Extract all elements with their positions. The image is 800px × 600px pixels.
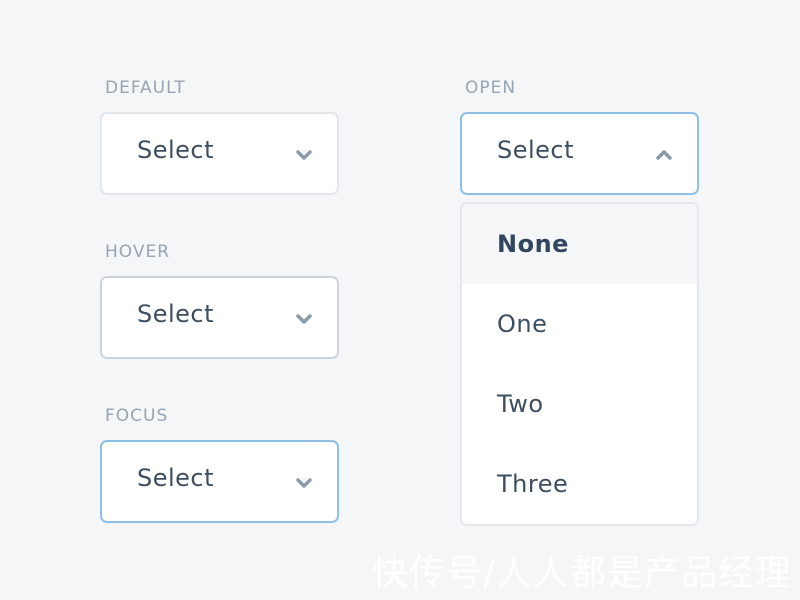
- focus-select[interactable]: Select: [100, 440, 339, 523]
- menu-item-one[interactable]: One: [462, 284, 697, 364]
- chevron-down-icon: [296, 150, 312, 160]
- select-value: Select: [137, 300, 215, 328]
- open-select[interactable]: Select: [460, 112, 699, 195]
- watermark: 快传号/人人都是产品经理: [371, 553, 792, 594]
- menu-item-three[interactable]: Three: [462, 444, 697, 524]
- select-value: Select: [137, 136, 215, 164]
- chevron-down-icon: [296, 314, 312, 324]
- default-label: DEFAULT: [105, 78, 186, 98]
- select-value: Select: [497, 136, 575, 164]
- menu-item-none[interactable]: None: [462, 204, 697, 284]
- hover-label: HOVER: [105, 242, 171, 262]
- open-label: OPEN: [465, 78, 517, 98]
- hover-select[interactable]: Select: [100, 276, 339, 359]
- default-select[interactable]: Select: [100, 112, 339, 195]
- menu-item-two[interactable]: Two: [462, 364, 697, 444]
- chevron-up-icon: [656, 150, 672, 160]
- select-value: Select: [137, 464, 215, 492]
- dropdown-menu: None One Two Three: [460, 202, 699, 526]
- chevron-down-icon: [296, 478, 312, 488]
- focus-label: FOCUS: [105, 406, 169, 426]
